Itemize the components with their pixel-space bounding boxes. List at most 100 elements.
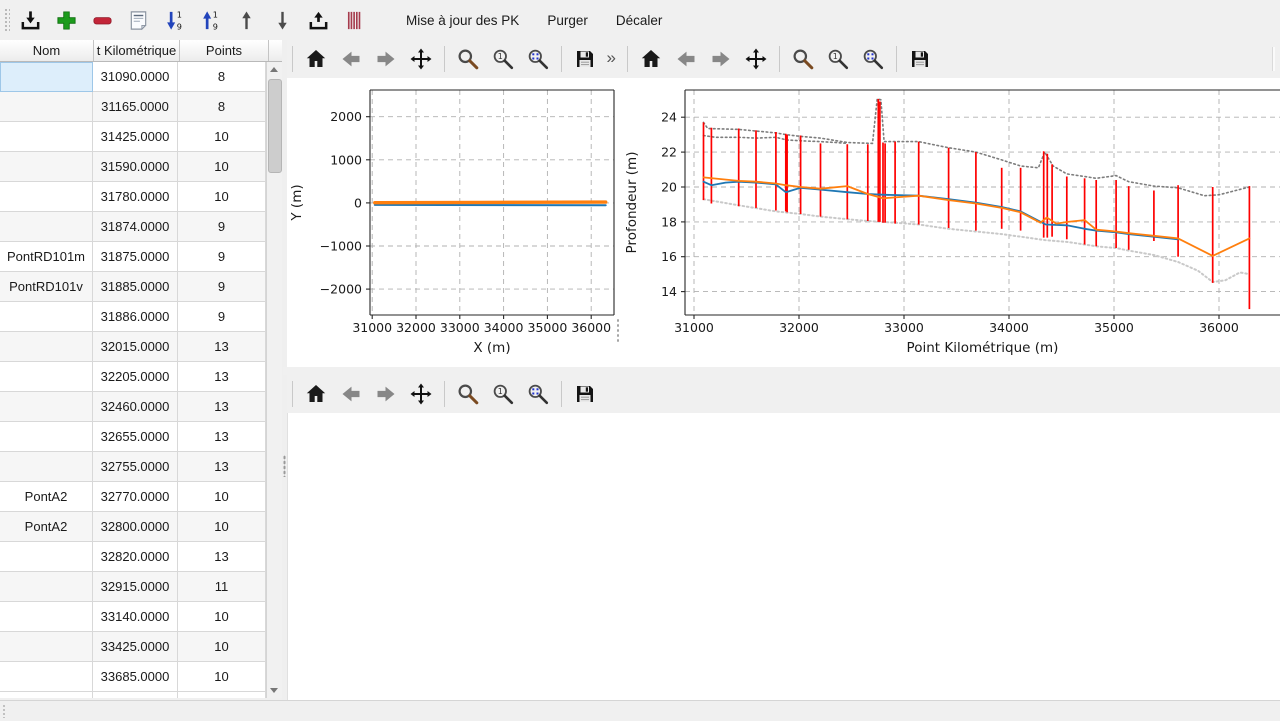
cell-points[interactable]: 8	[178, 92, 266, 122]
cell-nom[interactable]	[0, 92, 93, 122]
sort-ascending-button[interactable]: 19	[160, 6, 189, 35]
home-button[interactable]	[302, 45, 330, 73]
bottom-plot-canvas[interactable]	[287, 413, 1280, 700]
toolbar-overflow-chevron[interactable]: »	[607, 44, 616, 72]
horizontal-splitter[interactable]	[283, 367, 1280, 375]
cell-nom[interactable]	[0, 212, 93, 242]
cell-points[interactable]: 10	[178, 632, 266, 662]
profiles-button[interactable]	[340, 6, 369, 35]
cell-points[interactable]: 10	[178, 662, 266, 692]
xy-plot-canvas[interactable]: 310003200033000340003500036000−2000−1000…	[287, 78, 622, 367]
shift-action[interactable]: Décaler	[607, 8, 672, 33]
cell-points[interactable]: 10	[178, 122, 266, 152]
cell-nom[interactable]	[0, 182, 93, 212]
cell-nom[interactable]	[0, 302, 93, 332]
cell-nom[interactable]	[0, 632, 93, 662]
cell-points[interactable]: 10	[178, 152, 266, 182]
cell-point-kilometrique[interactable]: 31886.0000	[93, 302, 178, 332]
cell-nom[interactable]	[0, 392, 93, 422]
cell-points[interactable]: 10	[178, 182, 266, 212]
cell-point-kilometrique[interactable]: 31780.0000	[93, 182, 178, 212]
cell-points[interactable]: 13	[178, 542, 266, 572]
forward-button[interactable]	[372, 45, 400, 73]
cell-nom[interactable]	[0, 152, 93, 182]
cell-nom[interactable]	[0, 452, 93, 482]
back-button[interactable]	[337, 45, 365, 73]
home-button[interactable]	[637, 45, 665, 73]
cell-nom[interactable]	[0, 422, 93, 452]
cell-point-kilometrique[interactable]: 31875.0000	[93, 242, 178, 272]
purge-action[interactable]: Purger	[538, 8, 597, 33]
cell-points[interactable]: 10	[178, 512, 266, 542]
cell-point-kilometrique[interactable]: 31874.0000	[93, 212, 178, 242]
cell-point-kilometrique[interactable]: 31165.0000	[93, 92, 178, 122]
cell-nom[interactable]: PontA2	[0, 512, 93, 542]
update-pk-action[interactable]: Mise à jour des PK	[397, 8, 528, 33]
cell-nom[interactable]	[0, 692, 93, 698]
import-button[interactable]	[16, 6, 45, 35]
cell-nom[interactable]	[0, 122, 93, 152]
cell-nom[interactable]	[0, 62, 93, 92]
forward-button[interactable]	[372, 380, 400, 408]
zoom-one-button[interactable]: 1	[824, 45, 852, 73]
cell-point-kilometrique[interactable]: 32205.0000	[93, 362, 178, 392]
save-button[interactable]	[571, 380, 599, 408]
cell-points[interactable]: 9	[178, 272, 266, 302]
cell-point-kilometrique[interactable]: 32655.0000	[93, 422, 178, 452]
cell-nom[interactable]: PontRD101m	[0, 242, 93, 272]
save-button[interactable]	[571, 45, 599, 73]
back-button[interactable]	[672, 45, 700, 73]
new-document-button[interactable]	[124, 6, 153, 35]
pan-button[interactable]	[742, 45, 770, 73]
table-vertical-scrollbar[interactable]	[266, 62, 282, 698]
zoom-button[interactable]	[454, 380, 482, 408]
cell-nom[interactable]	[0, 602, 93, 632]
cell-point-kilometrique[interactable]: 31425.0000	[93, 122, 178, 152]
cell-points[interactable]: 9	[178, 302, 266, 332]
home-button[interactable]	[302, 380, 330, 408]
plot-splitter-grip-icon[interactable]	[616, 318, 620, 344]
cell-points[interactable]: 13	[178, 332, 266, 362]
cell-points[interactable]: 9	[178, 212, 266, 242]
cell-points[interactable]: 10	[178, 482, 266, 512]
back-button[interactable]	[337, 380, 365, 408]
cell-point-kilometrique[interactable]: 32755.0000	[93, 452, 178, 482]
cell-point-kilometrique[interactable]	[93, 692, 178, 698]
cell-points[interactable]: 10	[178, 602, 266, 632]
zoom-one-button[interactable]: 1	[489, 45, 517, 73]
cell-points[interactable]: 13	[178, 422, 266, 452]
cell-nom[interactable]	[0, 662, 93, 692]
cell-point-kilometrique[interactable]: 32460.0000	[93, 392, 178, 422]
cell-nom[interactable]	[0, 332, 93, 362]
zoom-one-button[interactable]: 1	[489, 380, 517, 408]
cell-points[interactable]: 13	[178, 452, 266, 482]
cell-points[interactable]: 8	[178, 62, 266, 92]
cell-points[interactable]: 11	[178, 572, 266, 602]
toolbar-drag-handle[interactable]	[3, 7, 10, 33]
scroll-down-button[interactable]	[267, 683, 281, 698]
cell-point-kilometrique[interactable]: 31885.0000	[93, 272, 178, 302]
move-up-button[interactable]	[232, 6, 261, 35]
cell-nom[interactable]: PontRD101v	[0, 272, 93, 302]
cell-nom[interactable]	[0, 362, 93, 392]
zoom-button[interactable]	[789, 45, 817, 73]
column-header-points[interactable]: Points	[180, 40, 269, 61]
scroll-up-button[interactable]	[267, 62, 281, 77]
cell-nom[interactable]	[0, 542, 93, 572]
cell-nom[interactable]: PontA2	[0, 482, 93, 512]
pan-button[interactable]	[407, 380, 435, 408]
cell-points[interactable]	[178, 692, 266, 698]
column-header-nom[interactable]: Nom	[0, 40, 94, 61]
save-button[interactable]	[906, 45, 934, 73]
cell-point-kilometrique[interactable]: 33425.0000	[93, 632, 178, 662]
pan-button[interactable]	[407, 45, 435, 73]
column-header-point-kilometrique[interactable]: t Kilométrique	[94, 40, 180, 61]
forward-button[interactable]	[707, 45, 735, 73]
zoom-region-button[interactable]	[524, 380, 552, 408]
depth-plot-canvas[interactable]: 3100032000330003400035000360001416182022…	[622, 78, 1280, 367]
cell-point-kilometrique[interactable]: 32770.0000	[93, 482, 178, 512]
export-button[interactable]	[304, 6, 333, 35]
cell-point-kilometrique[interactable]: 32800.0000	[93, 512, 178, 542]
delete-row-button[interactable]	[88, 6, 117, 35]
cell-nom[interactable]	[0, 572, 93, 602]
